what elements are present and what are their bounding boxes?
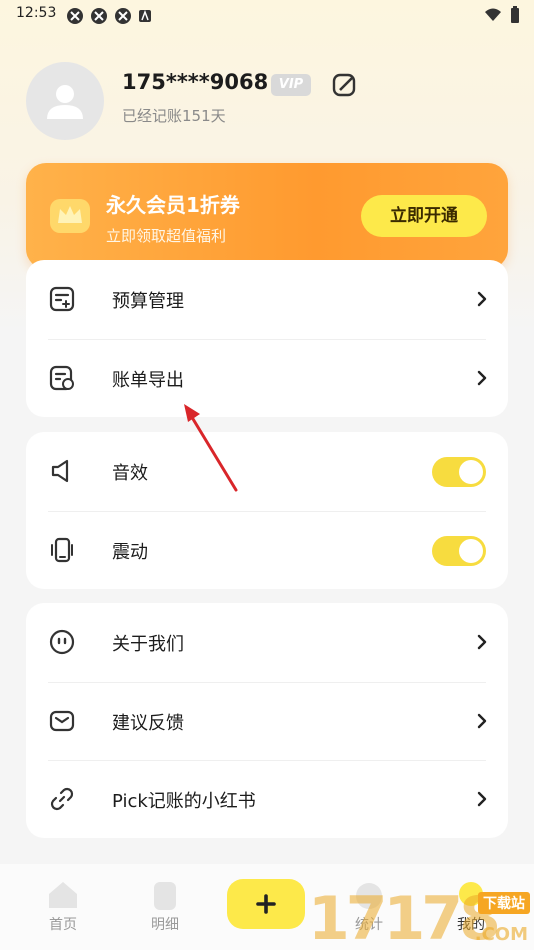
vibrate-icon [51, 537, 73, 563]
watermark-digits: 17178 [308, 884, 501, 950]
toggle-knob [459, 460, 483, 484]
home-icon [49, 882, 77, 908]
plus-icon [256, 894, 276, 914]
menu-card-settings: 音效 震动 [26, 432, 508, 589]
sound-toggle[interactable] [432, 457, 486, 487]
watermark-label: 下载站 [478, 892, 530, 914]
notification-icon [67, 8, 83, 24]
vibration-toggle[interactable] [432, 536, 486, 566]
wifi-icon [485, 8, 501, 21]
tab-label: 首页 [49, 917, 77, 933]
menu-item-label: 账单导出 [112, 370, 184, 391]
watermark-suffix: .COM [474, 924, 528, 945]
smile-icon [49, 629, 75, 655]
status-time: 12:53 [16, 5, 57, 21]
add-record-button[interactable] [227, 879, 305, 929]
mail-icon [49, 710, 75, 732]
chevron-right-icon [477, 713, 487, 729]
annotation-arrow-icon [184, 404, 238, 492]
chevron-right-icon [477, 291, 487, 307]
edit-icon[interactable] [332, 72, 358, 98]
chevron-right-icon [477, 370, 487, 386]
menu-item-label: Pick记账的小红书 [112, 791, 256, 812]
tab-home[interactable]: 首页 [23, 864, 103, 950]
notification-icon [91, 8, 107, 24]
crown-icon [50, 199, 90, 233]
menu-item-vibration: 震动 [26, 511, 508, 589]
menu-item-label: 建议反馈 [112, 713, 184, 734]
tab-details[interactable]: 明细 [125, 864, 205, 950]
speaker-icon [51, 459, 69, 483]
menu-item-budget[interactable]: 预算管理 [26, 260, 508, 338]
banner-subtitle: 立即领取超值福利 [106, 227, 227, 245]
menu-item-label: 预算管理 [112, 291, 184, 312]
menu-item-sound: 音效 [26, 432, 508, 510]
budget-icon [49, 286, 75, 312]
menu-item-redbook[interactable]: Pick记账的小红书 [26, 760, 508, 838]
menu-item-feedback[interactable]: 建议反馈 [26, 682, 508, 760]
menu-item-label: 震动 [112, 542, 148, 563]
menu-card-tools: 预算管理 账单导出 [26, 260, 508, 417]
username: 175****9068 [122, 70, 269, 94]
menu-item-label: 关于我们 [112, 634, 184, 655]
avatar[interactable] [26, 62, 104, 140]
status-bar: 12:53 [0, 0, 534, 30]
battery-icon [511, 6, 519, 23]
vip-coupon-banner[interactable]: 永久会员1折券 立即领取超值福利 立即开通 [26, 163, 508, 269]
banner-title: 永久会员1折券 [106, 193, 240, 217]
status-system-icons [484, 6, 520, 24]
app-notification-icon [139, 9, 151, 22]
user-icon [47, 85, 83, 119]
list-icon [154, 882, 176, 910]
record-days: 已经记账151天 [122, 107, 226, 125]
notification-icon [115, 8, 131, 24]
status-notification-icons [66, 7, 152, 25]
chevron-right-icon [477, 791, 487, 807]
export-icon [49, 365, 74, 391]
menu-card-about: 关于我们 建议反馈 Pick记账的小红书 [26, 603, 508, 838]
menu-item-bill-export[interactable]: 账单导出 [26, 339, 508, 417]
vip-badge: VIP [271, 74, 311, 96]
chevron-right-icon [477, 634, 487, 650]
link-icon [50, 787, 74, 811]
menu-item-about-us[interactable]: 关于我们 [26, 603, 508, 681]
tab-label: 明细 [151, 917, 179, 933]
activate-now-button[interactable]: 立即开通 [361, 195, 487, 237]
site-watermark: 17178 下载站 .COM [308, 880, 534, 950]
toggle-knob [459, 539, 483, 563]
menu-item-label: 音效 [112, 463, 148, 484]
